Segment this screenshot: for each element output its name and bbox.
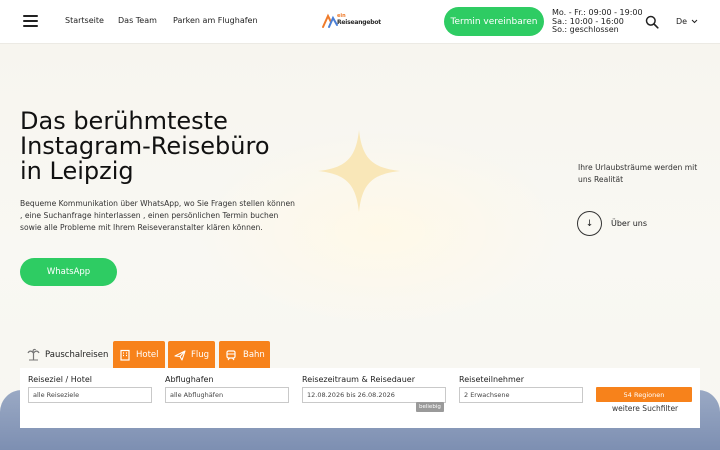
language-selector[interactable]: De xyxy=(676,17,698,26)
book-appointment-button[interactable]: Termin vereinbaren xyxy=(444,7,544,36)
site-logo[interactable]: ein Reiseangebot xyxy=(321,11,381,31)
hero-title-line: Instagram-Reisebüro xyxy=(20,132,270,160)
tab-label: Bahn xyxy=(243,349,265,360)
hero-title-line: Das berühmteste xyxy=(20,107,228,135)
search-submit-button[interactable]: 54 Regionen xyxy=(596,387,692,402)
hero-side-text: Ihre Urlaubsträume werden mit uns Realit… xyxy=(578,163,698,184)
menu-icon[interactable] xyxy=(23,15,38,27)
train-icon xyxy=(226,349,236,360)
travel-period-label: Reisezeitraum & Reisedauer xyxy=(302,375,415,384)
whatsapp-button[interactable]: WhatsApp xyxy=(20,258,117,286)
travel-period-input[interactable]: 12.08.2026 bis 26.08.2026 xyxy=(302,387,446,403)
destination-label: Reiseziel / Hotel xyxy=(28,375,92,384)
nav-parken-am-flughafen[interactable]: Parken am Flughafen xyxy=(173,16,258,25)
hero-title-line: in Leipzig xyxy=(20,157,134,185)
travelers-input[interactable]: 2 Erwachsene xyxy=(459,387,583,403)
plane-icon xyxy=(174,349,186,361)
travelers-label: Reiseteilnehmer xyxy=(459,375,525,384)
tab-label: Pauschalreisen xyxy=(45,349,109,360)
palm-tree-icon xyxy=(27,348,40,361)
hours-sunday: So.: geschlossen xyxy=(552,25,619,34)
arrow-down-icon: ↓ xyxy=(577,211,602,236)
tab-label: Hotel xyxy=(136,349,159,360)
language-label: De xyxy=(676,17,688,26)
nav-das-team[interactable]: Das Team xyxy=(118,16,157,25)
site-header: Startseite Das Team Parken am Flughafen … xyxy=(0,0,720,44)
tab-flug[interactable]: Flug xyxy=(168,341,215,368)
tab-hotel[interactable]: Hotel xyxy=(113,341,165,368)
hero-title: Das berühmteste Instagram-Reisebüro in L… xyxy=(20,109,320,184)
tab-label: Flug xyxy=(191,349,210,360)
airport-input[interactable]: alle Abflughäfen xyxy=(165,387,289,403)
tab-pauschalreisen[interactable]: Pauschalreisen xyxy=(22,341,110,368)
tab-bahn[interactable]: Bahn xyxy=(219,341,270,368)
hero-description: Bequeme Kommunikation über WhatsApp, wo … xyxy=(20,199,295,232)
opening-hours: Mo. - Fr.: 09:00 - 19:00 Sa.: 10:00 - 16… xyxy=(552,8,643,35)
airport-label: Abflughafen xyxy=(165,375,214,384)
hotel-icon xyxy=(120,349,130,361)
about-us-link[interactable]: ↓ Über uns xyxy=(577,211,647,236)
destination-input[interactable]: alle Reiseziele xyxy=(28,387,152,403)
about-us-label: Über uns xyxy=(611,219,647,228)
search-icon[interactable] xyxy=(645,15,659,29)
logo-text-main: Reiseangebot xyxy=(337,19,381,26)
more-filters-link[interactable]: weitere Suchfilter xyxy=(612,404,678,413)
duration-badge[interactable]: beliebig xyxy=(416,402,444,412)
sparkle-star-icon xyxy=(318,130,400,212)
nav-startseite[interactable]: Startseite xyxy=(65,16,104,25)
chevron-down-icon xyxy=(691,19,697,24)
